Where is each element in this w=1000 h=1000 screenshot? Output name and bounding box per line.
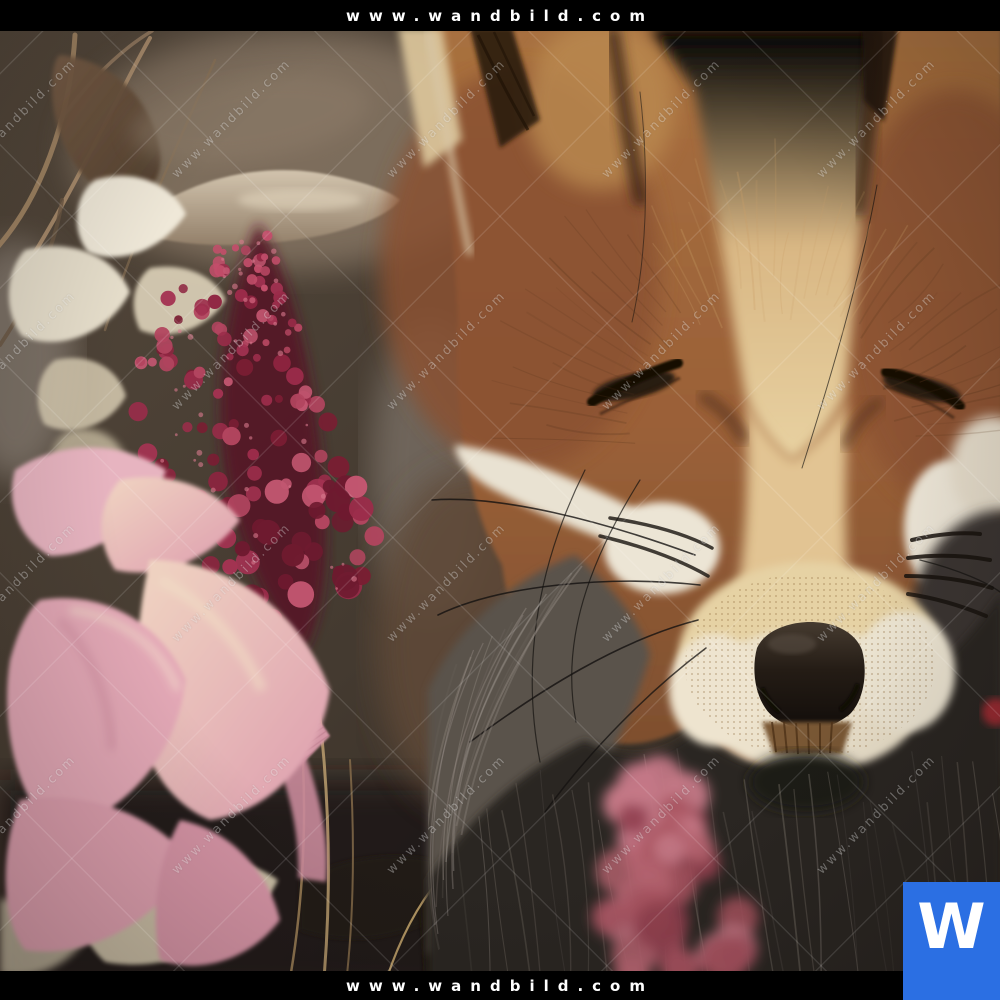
top-bar-url-text: www.wandbild.com: [346, 7, 654, 25]
bottom-bar-url-text: www.wandbild.com: [346, 977, 654, 995]
artwork-fox-with-flowers: Close-up artwork of a red fox with close…: [0, 0, 1000, 1000]
top-watermark-bar: www.wandbild.com: [0, 0, 1000, 31]
wandbild-logo-letter: W: [917, 896, 985, 958]
bottom-watermark-bar: www.wandbild.com: [0, 971, 1000, 1000]
product-image-stage: Close-up artwork of a red fox with close…: [0, 0, 1000, 1000]
wandbild-logo-badge[interactable]: W: [903, 882, 1000, 1000]
